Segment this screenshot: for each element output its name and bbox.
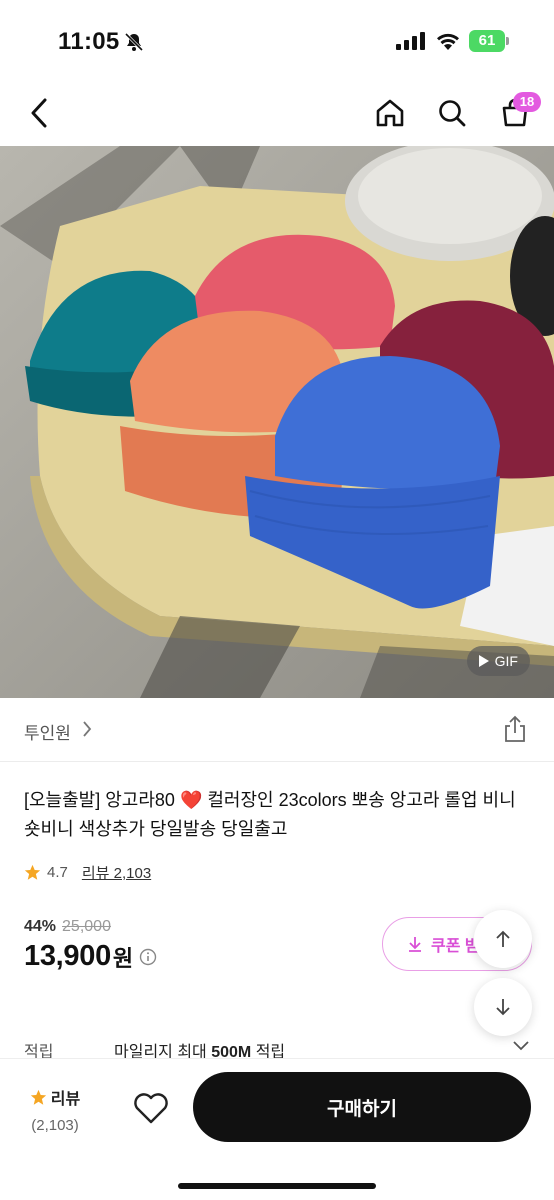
gif-badge[interactable]: GIF — [466, 646, 530, 676]
share-icon[interactable] — [500, 714, 530, 744]
store-row: 투인원 — [0, 698, 554, 762]
product-title: [오늘출발] 앙고라80 ❤️ 컬러장인 23colors 뽀송 앙고라 롤업 … — [24, 790, 516, 839]
rating-row: 4.7 리뷰 2,103 — [24, 860, 151, 884]
cart-button[interactable] — [490, 80, 540, 146]
search-icon — [439, 100, 466, 127]
play-icon — [478, 655, 489, 667]
review-count: (2,103) — [31, 1117, 79, 1134]
battery-level: 61 — [469, 30, 505, 52]
star-icon — [24, 864, 41, 880]
top-nav — [0, 80, 554, 146]
bottom-action-bar: 리뷰 (2,103) 구매하기 — [0, 1058, 554, 1200]
review-summary[interactable]: 리뷰 (2,103) — [20, 1085, 90, 1134]
scroll-bottom-button[interactable] — [474, 978, 532, 1036]
arrow-up-icon — [496, 930, 510, 947]
original-price: 25,000 — [62, 918, 111, 935]
review-label: 리뷰 — [50, 1091, 81, 1108]
product-image[interactable]: GIF — [0, 146, 554, 698]
info-icon[interactable] — [139, 948, 157, 966]
chevron-down-icon — [513, 1041, 529, 1051]
heart-icon[interactable] — [132, 1089, 170, 1127]
sale-price: 13,900 — [24, 940, 111, 972]
price-row: 13,900 원 — [24, 940, 157, 973]
arrow-down-icon — [496, 999, 510, 1016]
status-bar: 11:05 61 — [0, 0, 554, 80]
scroll-top-button[interactable] — [474, 910, 532, 968]
gif-label: GIF — [494, 653, 518, 669]
battery-indicator: 61 — [469, 30, 509, 52]
cart-count-badge: 18 — [513, 92, 541, 112]
star-icon — [30, 1089, 46, 1105]
review-count-link[interactable]: 리뷰 2,103 — [82, 862, 151, 883]
search-button[interactable] — [427, 80, 477, 146]
back-icon — [31, 98, 47, 128]
signal-icon — [396, 32, 425, 50]
back-button[interactable] — [14, 80, 64, 146]
bell-slash-icon — [124, 32, 144, 52]
discount-percent: 44% — [24, 918, 57, 935]
chevron-right-icon — [83, 721, 92, 737]
product-photo — [0, 146, 554, 698]
home-icon — [376, 99, 404, 127]
battery-cap — [506, 37, 509, 45]
download-icon — [409, 937, 421, 952]
status-time: 11:05 — [58, 28, 120, 55]
home-button[interactable] — [365, 80, 415, 146]
store-name-link[interactable]: 투인원 — [24, 719, 71, 744]
buy-button[interactable]: 구매하기 — [193, 1072, 531, 1142]
rating-value: 4.7 — [47, 863, 68, 881]
wifi-icon — [437, 33, 459, 50]
discount-row: 44% 25,000 — [24, 918, 111, 936]
home-indicator — [178, 1183, 376, 1189]
currency-unit: 원 — [112, 945, 134, 971]
